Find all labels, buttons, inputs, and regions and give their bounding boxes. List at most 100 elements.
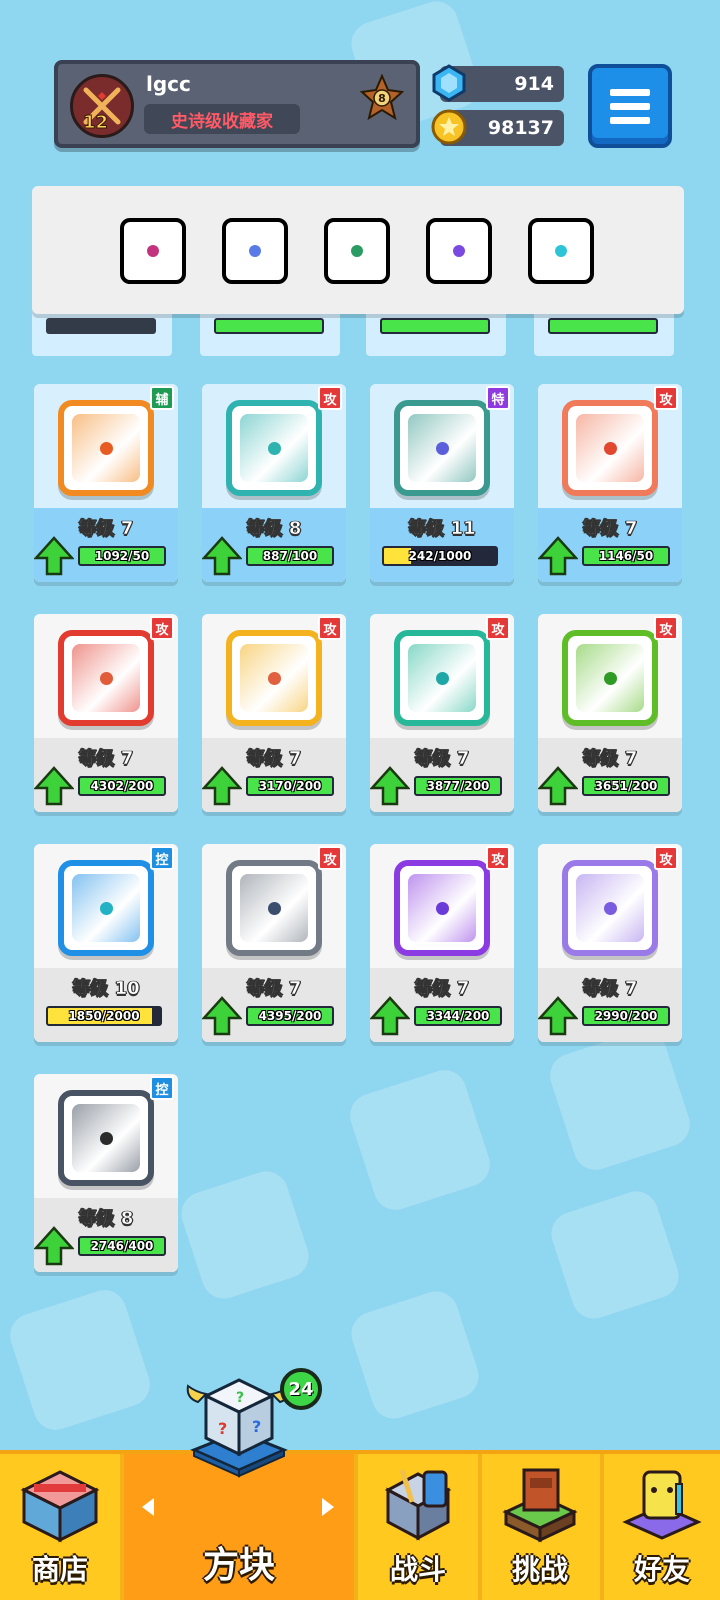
dice-card[interactable]: 控等级 10 1850/2000 [34, 844, 178, 1042]
upgrade-arrow-icon[interactable] [34, 1226, 74, 1266]
svg-text:?: ? [236, 1390, 244, 1406]
deck-dice-3[interactable] [324, 218, 390, 284]
dice-face [394, 860, 490, 956]
dice-card[interactable]: 攻等级 7 4302/200 [34, 614, 178, 812]
dice-pip [147, 245, 159, 257]
upgrade-arrow-icon[interactable] [34, 536, 74, 576]
upgrade-arrow-icon[interactable] [202, 996, 242, 1036]
background-dice [544, 1024, 696, 1176]
dice-progress-bar: 2990/200 [582, 1006, 670, 1026]
gem-icon [432, 64, 466, 102]
upgrade-arrow-icon[interactable] [34, 766, 74, 806]
dice-type-tag: 攻 [654, 846, 678, 870]
dice-progress-bar: 1850/2000 [46, 1006, 162, 1026]
deck-dice-1[interactable] [120, 218, 186, 284]
background-dice [344, 1064, 496, 1216]
upgrade-arrow-icon[interactable] [538, 996, 578, 1036]
prev-arrow-icon[interactable] [142, 1498, 154, 1516]
dice-pip [99, 441, 113, 455]
coin-counter[interactable]: 98137 [431, 109, 564, 146]
dice-card[interactable]: 攻等级 7 4395/200 [202, 844, 346, 1042]
dice-progress-bar: 242/1000 [382, 546, 498, 566]
tab-challenge[interactable]: 挑战 [480, 1454, 600, 1600]
tab-friends[interactable]: 好友 [604, 1454, 720, 1600]
dice-progress-bar: 3877/200 [414, 776, 502, 796]
dice-face [562, 630, 658, 726]
upgrade-arrow-icon[interactable] [202, 766, 242, 806]
dice-card[interactable]: 攻等级 7 1146/50 [538, 384, 682, 582]
player-name: lgcc [146, 72, 191, 96]
coin-icon [431, 109, 467, 145]
deck-dice-5[interactable] [528, 218, 594, 284]
dice-progress-bar: 1146/50 [582, 546, 670, 566]
next-arrow-icon[interactable] [322, 1498, 334, 1516]
dice-face [394, 400, 490, 496]
dice-card[interactable]: 攻等级 7 3651/200 [538, 614, 682, 812]
dice-type-tag: 攻 [318, 616, 342, 640]
menu-button[interactable] [588, 64, 672, 148]
deck-dice-2[interactable] [222, 218, 288, 284]
dice-progress-bar: 2746/400 [78, 1236, 166, 1256]
dice-card[interactable]: 辅等级 7 1092/50 [34, 384, 178, 582]
dice-progress-text: 1092/50 [94, 549, 150, 563]
dice-progress-text: 1146/50 [598, 549, 654, 563]
tab-friends-label: 好友 [633, 1553, 690, 1586]
menu-icon [610, 88, 650, 96]
dice-card[interactable]: 控等级 8 2746/400 [34, 1074, 178, 1272]
dice-progress-text: 3344/200 [426, 1009, 490, 1023]
gem-counter[interactable]: 914 [432, 64, 564, 102]
rank-badge: 8 [359, 73, 405, 130]
dice-face [58, 400, 154, 496]
tab-battle[interactable]: 战斗 [358, 1454, 478, 1600]
dice-pip [99, 671, 113, 685]
dice-face [226, 860, 322, 956]
dice-card[interactable]: 攻等级 8 887/100 [202, 384, 346, 582]
deck-panel [32, 186, 684, 314]
tab-shop[interactable]: 商店 [0, 1454, 120, 1600]
dice-progress-text: 887/100 [262, 549, 318, 563]
dice-level: 等级 11 [408, 518, 476, 540]
dice-progress-text: 3651/200 [594, 779, 658, 793]
dice-type-tag: 攻 [318, 386, 342, 410]
dice-face [58, 1090, 154, 1186]
dice-pip [435, 901, 449, 915]
dice-progress-bar: 887/100 [246, 546, 334, 566]
upgrade-arrow-icon[interactable] [538, 766, 578, 806]
background-dice [345, 1285, 485, 1425]
dice-card[interactable]: 攻等级 7 3877/200 [370, 614, 514, 812]
dice-card[interactable]: 攻等级 7 3170/200 [202, 614, 346, 812]
deck-dice-4[interactable] [426, 218, 492, 284]
player-avatar: 12 [70, 74, 134, 138]
upgrade-arrow-icon[interactable] [538, 536, 578, 576]
dice-level: 等级 10 [72, 978, 140, 1000]
dice-face [58, 630, 154, 726]
dice-pip [99, 1131, 113, 1145]
bottom-nav: 商店 方块 战斗 挑战 好友 [0, 1450, 720, 1600]
dice-progress-text: 2990/200 [594, 1009, 658, 1023]
dice-face [58, 860, 154, 956]
svg-text:?: ? [252, 1417, 261, 1436]
battle-icon [384, 1469, 452, 1541]
coin-count: 98137 [487, 117, 554, 139]
upgrade-arrow-icon[interactable] [370, 996, 410, 1036]
dice-progress-bar: 4395/200 [246, 1006, 334, 1026]
tab-shop-label: 商店 [31, 1553, 88, 1586]
dice-card[interactable]: 特等级 11 242/1000 [370, 384, 514, 582]
dice-card[interactable]: 攻等级 7 2990/200 [538, 844, 682, 1042]
dice-type-tag: 特 [486, 386, 510, 410]
dice-progress-text: 4302/200 [90, 779, 154, 793]
dice-progress-text: 1850/2000 [68, 1009, 140, 1023]
dice-pip [99, 901, 113, 915]
dice-face [226, 630, 322, 726]
rank-number: 8 [378, 92, 386, 105]
dice-pip [435, 441, 449, 455]
svg-text:?: ? [218, 1419, 227, 1438]
dice-progress-text: 3170/200 [258, 779, 322, 793]
upgrade-arrow-icon[interactable] [202, 536, 242, 576]
dice-progress-text: 242/1000 [408, 549, 472, 563]
dice-card[interactable]: 攻等级 7 3344/200 [370, 844, 514, 1042]
player-profile[interactable]: 12 lgcc 史诗级收藏家 8 [54, 60, 420, 148]
upgrade-arrow-icon[interactable] [370, 766, 410, 806]
dice-pip [603, 901, 617, 915]
background-dice [545, 1185, 685, 1325]
